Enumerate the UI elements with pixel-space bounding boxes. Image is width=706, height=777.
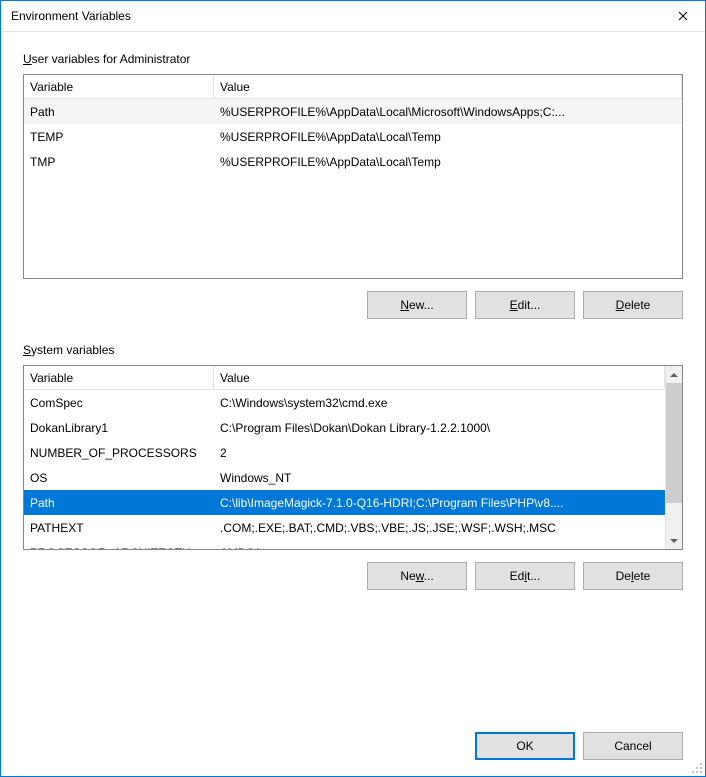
cancel-button[interactable]: Cancel [583, 732, 683, 760]
scroll-thumb[interactable] [666, 383, 682, 503]
system-delete-button[interactable]: Delete [583, 562, 683, 590]
user-edit-button[interactable]: Edit... [475, 291, 575, 319]
user-row-path[interactable]: Path %USERPROFILE%\AppData\Local\Microso… [24, 99, 682, 124]
user-header-value[interactable]: Value [214, 75, 682, 98]
system-row-pathext[interactable]: PATHEXT .COM;.EXE;.BAT;.CMD;.VBS;.VBE;.J… [24, 515, 665, 540]
system-row-procarch[interactable]: PROCESSOR_ARCHITECTU... AMD64 [24, 540, 665, 549]
user-new-button[interactable]: New... [367, 291, 467, 319]
user-row-tmp[interactable]: TMP %USERPROFILE%\AppData\Local\Temp [24, 149, 682, 174]
titlebar: Environment Variables [1, 1, 705, 32]
system-header-variable[interactable]: Variable [24, 366, 214, 389]
system-variables-group: System variables Variable Value ComSpec … [23, 343, 683, 590]
close-button[interactable] [660, 1, 705, 31]
user-buttons-row: New... Edit... Delete [23, 291, 683, 319]
system-header-value[interactable]: Value [214, 366, 665, 389]
system-variables-label: System variables [23, 343, 683, 357]
user-list-header: Variable Value [24, 75, 682, 99]
system-row-os[interactable]: OS Windows_NT [24, 465, 665, 490]
ok-button[interactable]: OK [475, 732, 575, 760]
scroll-down-icon[interactable] [666, 532, 682, 549]
user-delete-button[interactable]: Delete [583, 291, 683, 319]
system-row-path[interactable]: Path C:\lib\ImageMagick-7.1.0-Q16-HDRI;C… [24, 490, 665, 515]
resize-grip-icon[interactable] [689, 760, 703, 774]
system-edit-button[interactable]: Edit... [475, 562, 575, 590]
user-header-variable[interactable]: Variable [24, 75, 214, 98]
close-icon [678, 11, 688, 21]
system-buttons-row: New... Edit... Delete [23, 562, 683, 590]
system-row-comspec[interactable]: ComSpec C:\Windows\system32\cmd.exe [24, 390, 665, 415]
scroll-up-icon[interactable] [666, 366, 682, 383]
dialog-footer: OK Cancel [1, 712, 705, 776]
environment-variables-dialog: Environment Variables User variables for… [0, 0, 706, 777]
user-row-temp[interactable]: TEMP %USERPROFILE%\AppData\Local\Temp [24, 124, 682, 149]
system-list-header: Variable Value [24, 366, 665, 390]
user-variables-label: User variables for Administrator [23, 52, 683, 66]
system-scrollbar[interactable] [665, 366, 682, 549]
user-variables-list[interactable]: Variable Value Path %USERPROFILE%\AppDat… [23, 74, 683, 279]
user-variables-group: User variables for Administrator Variabl… [23, 52, 683, 319]
system-row-dokan[interactable]: DokanLibrary1 C:\Program Files\Dokan\Dok… [24, 415, 665, 440]
dialog-title: Environment Variables [11, 9, 131, 23]
system-row-numproc[interactable]: NUMBER_OF_PROCESSORS 2 [24, 440, 665, 465]
dialog-content: User variables for Administrator Variabl… [1, 32, 705, 712]
system-new-button[interactable]: New... [367, 562, 467, 590]
system-variables-list[interactable]: Variable Value ComSpec C:\Windows\system… [23, 365, 683, 550]
